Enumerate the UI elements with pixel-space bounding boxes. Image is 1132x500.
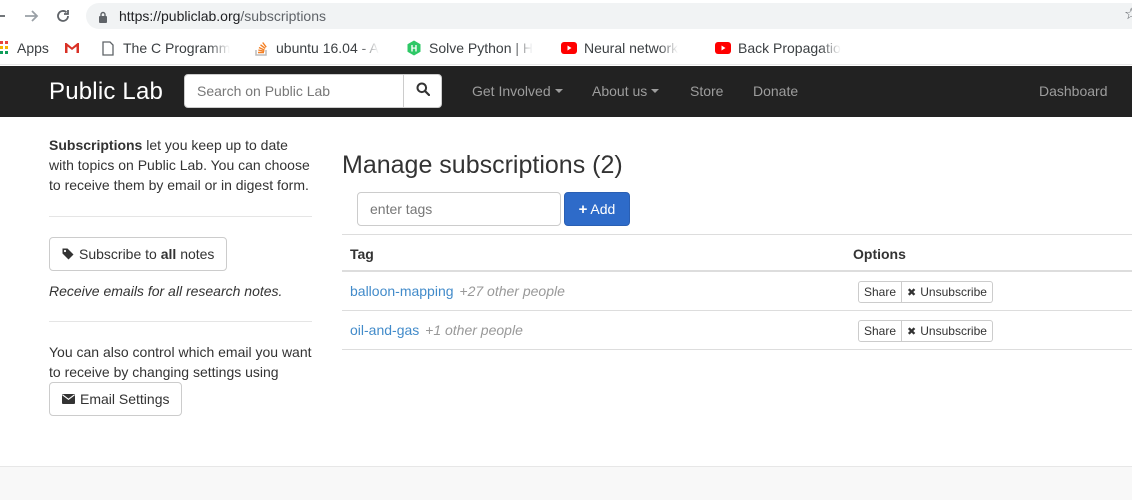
search-icon <box>416 82 430 101</box>
email-control-text: You can also control which email you wan… <box>49 342 319 382</box>
hackerrank-icon: H <box>406 40 422 56</box>
intro-text: with topics on Public Lab. You can choos… <box>49 157 310 173</box>
intro-text: to receive them by email or in digest fo… <box>49 177 309 193</box>
bookmark-label: Back Propagatio <box>738 40 841 56</box>
nav-store[interactable]: Store <box>690 83 723 99</box>
lock-icon <box>98 10 108 28</box>
search-button[interactable] <box>403 74 442 108</box>
bookmark-label: ubuntu 16.04 - A <box>276 40 379 56</box>
tag-cell: oil-and-gas +1 other people <box>350 322 523 338</box>
apps-grid-icon <box>0 40 10 56</box>
bookmark-label: Solve Python | H <box>429 40 534 56</box>
subscribe-all-button[interactable]: Subscribe to all notes <box>49 237 228 271</box>
control-text: You can also control which email you wan… <box>49 344 312 360</box>
button-label: Unsubscribe <box>920 285 987 299</box>
bookmarks-bar: Apps The C Programm ubuntu 16.04 - A H S… <box>0 32 1132 65</box>
youtube-icon <box>715 40 731 56</box>
browser-toolbar: https://publiclab.org/subscriptions ☆ <box>0 0 1132 32</box>
row-options: Share ✖ Unsubscribe <box>858 320 993 342</box>
receive-note: Receive emails for all research notes. <box>49 283 283 299</box>
nav-label: About us <box>592 83 648 99</box>
button-label: Add <box>590 201 616 217</box>
envelope-icon <box>62 394 75 404</box>
button-label: notes <box>180 246 215 262</box>
nav-donate[interactable]: Donate <box>753 83 798 99</box>
close-icon: ✖ <box>907 325 917 338</box>
plus-icon: + <box>578 200 588 218</box>
unsubscribe-button[interactable]: ✖ Unsubscribe <box>902 281 993 303</box>
email-settings-button[interactable]: Email Settings <box>49 382 183 416</box>
intro-bold: Subscriptions <box>49 137 143 153</box>
table-header: Tag Options <box>342 234 1132 272</box>
tag-cell: balloon-mapping +27 other people <box>350 283 565 299</box>
bookmark-label: Neural network <box>584 40 679 56</box>
button-label: Email Settings <box>80 391 170 407</box>
bookmark-label: The C Programm <box>123 40 231 56</box>
button-label: Unsubscribe <box>920 324 987 338</box>
nav-dashboard[interactable]: Dashboard <box>1039 83 1108 99</box>
subscriber-count: +1 other people <box>425 322 523 338</box>
youtube-icon <box>561 40 577 56</box>
subscriber-count: +27 other people <box>459 283 565 299</box>
sidebar-intro: Subscriptions let you keep up to date wi… <box>49 135 319 195</box>
address-bar[interactable]: https://publiclab.org/subscriptions <box>86 3 1132 29</box>
button-label-bold: all <box>160 246 177 262</box>
bookmark-label: Apps <box>17 40 49 56</box>
close-icon: ✖ <box>907 286 917 299</box>
forward-arrow-icon[interactable] <box>22 6 42 26</box>
bookmark-star-icon[interactable]: ☆ <box>1124 4 1132 24</box>
bookmark-solve-python[interactable]: H Solve Python | H <box>406 39 546 57</box>
back-arrow-icon[interactable] <box>0 6 8 26</box>
unsubscribe-button[interactable]: ✖ Unsubscribe <box>902 320 993 342</box>
nav-get-involved[interactable]: Get Involved <box>472 83 563 99</box>
bookmark-ubuntu[interactable]: ubuntu 16.04 - A <box>253 39 389 57</box>
add-tag-button[interactable]: + Add <box>564 192 630 226</box>
divider <box>49 321 312 322</box>
svg-text:H: H <box>411 44 418 54</box>
footer <box>0 466 1132 500</box>
tag-link[interactable]: oil-and-gas <box>350 322 419 338</box>
nav-about-us[interactable]: About us <box>592 83 660 99</box>
table-row: balloon-mapping +27 other people Share ✖… <box>342 272 1132 311</box>
nav-label: Get Involved <box>472 83 551 99</box>
caret-down-icon <box>651 89 660 93</box>
site-logo[interactable]: Public Lab <box>49 78 163 106</box>
tag-link[interactable]: balloon-mapping <box>350 283 454 299</box>
tag-icon <box>62 248 74 260</box>
page-icon <box>100 40 116 56</box>
bookmark-gmail[interactable] <box>64 39 84 57</box>
url-text: https://publiclab.org/subscriptions <box>119 8 326 24</box>
gmail-icon <box>64 40 80 56</box>
row-options: Share ✖ Unsubscribe <box>858 281 993 303</box>
divider <box>49 216 312 217</box>
site-navbar: Public Lab Get Involved About us Store D… <box>0 66 1132 117</box>
header-options: Options <box>853 246 906 262</box>
tag-input[interactable] <box>357 192 561 226</box>
header-tag: Tag <box>350 246 374 262</box>
bookmark-c-programming[interactable]: The C Programm <box>100 39 238 57</box>
bookmark-neural-network[interactable]: Neural network <box>561 39 701 57</box>
intro-text: let you keep up to date <box>142 137 288 153</box>
reload-icon[interactable] <box>53 6 73 26</box>
stackoverflow-icon <box>253 40 269 56</box>
table-row: oil-and-gas +1 other people Share ✖ Unsu… <box>342 311 1132 350</box>
page-title: Manage subscriptions (2) <box>342 151 623 179</box>
share-button[interactable]: Share <box>858 281 903 303</box>
control-text: to receive by changing settings using <box>49 364 279 380</box>
caret-down-icon <box>554 89 563 93</box>
search-input[interactable] <box>184 74 404 108</box>
bookmark-back-propagation[interactable]: Back Propagatio <box>715 39 855 57</box>
share-button[interactable]: Share <box>858 320 903 342</box>
button-label: Subscribe to <box>79 246 157 262</box>
bookmark-apps[interactable]: Apps <box>0 39 54 57</box>
